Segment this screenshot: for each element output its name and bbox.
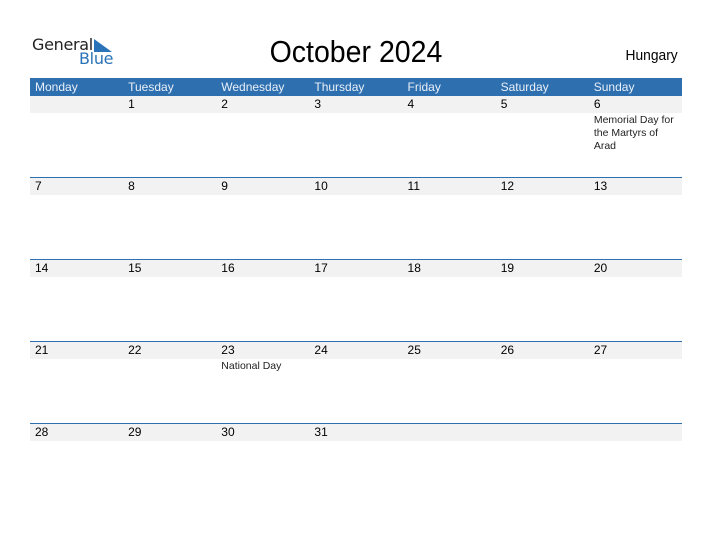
day-cell[interactable]: 10 [309,178,402,259]
day-number: 14 [35,261,49,275]
day-number: 6 [593,97,601,111]
day-cell[interactable]: 4 [403,96,496,177]
day-cell[interactable]: 19 [496,260,589,341]
day-cell[interactable]: 2 [216,96,309,177]
day-number: 3 [314,97,322,111]
day-number: 31 [314,425,328,439]
day-cell[interactable]: 20 [589,260,682,341]
day-cell[interactable]: 21 [30,342,123,423]
weeks-container: 1 2 3 4 5 6 Memorial Day for the Martyrs of Ar… [30,96,682,505]
weekday-wednesday: Wednesday [221,80,285,94]
day-cell[interactable]: 16 [216,260,309,341]
day-cell[interactable]: 3 [309,96,402,177]
day-cell[interactable]: 22 [123,342,216,423]
day-number: 28 [35,425,49,439]
day-number: 9 [221,179,228,193]
day-cell[interactable]: 25 [403,342,496,423]
day-cell[interactable]: 26 [496,342,589,423]
day-cell[interactable]: 1 [123,96,216,177]
day-cell[interactable]: 12 [496,178,589,259]
day-cell[interactable]: 30 [216,424,309,505]
day-number: 22 [128,343,142,357]
week-row: 1 2 3 4 5 6 Memorial Day for the Martyrs of Ar… [30,96,682,177]
day-cell[interactable] [30,96,123,177]
week-row: 21 22 23 National Day 24 25 26 27 [30,341,682,423]
day-number: 20 [593,261,608,275]
holiday-label: Memorial Day for the Martyrs of Arad [593,114,674,152]
day-number: 26 [500,343,515,357]
day-number: 10 [314,179,328,193]
day-cell[interactable]: 15 [123,260,216,341]
day-number: 2 [221,97,228,111]
day-cell[interactable]: 9 [216,178,309,259]
day-number: 30 [221,425,235,439]
day-number: 11 [407,179,421,193]
day-cell[interactable]: 29 [123,424,216,505]
day-cell[interactable]: 5 [496,96,589,177]
day-number: 17 [314,261,328,275]
weekday-friday: Friday [407,80,441,94]
day-number: 19 [500,261,515,275]
day-number: 15 [128,261,142,275]
day-number: 18 [407,261,421,275]
holiday-label: National Day [221,360,282,372]
calendar-grid: Monday Tuesday Wednesday Thursday Friday… [30,78,682,505]
day-number: 23 [221,343,235,357]
day-number: 1 [128,97,135,111]
week-row: 28 29 30 31 [30,423,682,505]
day-number: 8 [128,179,135,193]
day-cell[interactable]: 28 [30,424,123,505]
day-number: 29 [128,425,142,439]
day-number: 24 [314,343,328,357]
day-cell[interactable] [496,424,589,505]
day-cell[interactable]: 13 [589,178,682,259]
weekday-sunday: Sunday [593,80,635,94]
week-row: 14 15 16 17 18 19 20 [30,259,682,341]
day-number: 27 [593,343,608,357]
country-label: Hungary [625,47,678,64]
day-number: 25 [407,343,421,357]
day-cell[interactable]: 11 [403,178,496,259]
day-cell[interactable] [403,424,496,505]
day-cell[interactable]: 17 [309,260,402,341]
day-number: 7 [35,179,42,193]
day-cell[interactable] [589,424,682,505]
day-cell[interactable]: 7 [30,178,123,259]
day-number: 12 [500,179,515,193]
day-number: 5 [500,97,508,111]
weekday-monday: Monday [35,80,78,94]
weekday-tuesday: Tuesday [128,80,174,94]
day-cell[interactable]: 23 National Day [216,342,309,423]
weekday-thursday: Thursday [314,80,365,94]
week-row: 7 8 9 10 11 12 13 [30,177,682,259]
day-cell[interactable]: 31 [309,424,402,505]
day-number: 13 [593,179,608,193]
day-cell[interactable]: 6 Memorial Day for the Martyrs of Arad [589,96,682,177]
day-cell[interactable]: 18 [403,260,496,341]
day-cell[interactable]: 27 [589,342,682,423]
weekday-saturday: Saturday [500,80,549,94]
weekday-header-row: Monday Tuesday Wednesday Thursday Friday… [30,78,682,96]
day-cell[interactable]: 14 [30,260,123,341]
day-cell[interactable]: 8 [123,178,216,259]
day-number: 16 [221,261,235,275]
day-cell[interactable]: 24 [309,342,402,423]
day-number: 4 [407,97,415,111]
day-number: 21 [35,343,49,357]
calendar-title: October 2024 [269,34,443,69]
